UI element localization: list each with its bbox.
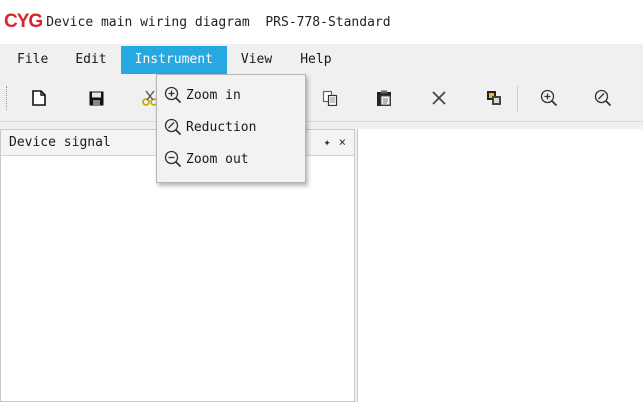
menu-help[interactable]: Help: [286, 46, 345, 74]
toolbar-separator: [517, 86, 518, 112]
menu-view[interactable]: View: [227, 46, 286, 74]
delete-icon: [432, 91, 446, 105]
title-bar: CYG Device main wiring diagram PRS-778-S…: [0, 0, 643, 44]
group-icon: [487, 91, 501, 105]
menu-zoom-in[interactable]: Zoom in: [157, 79, 305, 111]
window-title: Device main wiring diagram PRS-778-Stand…: [46, 14, 391, 30]
delete-button[interactable]: [428, 87, 450, 109]
new-file-button[interactable]: [28, 87, 50, 109]
menu-zoom-out-label: Zoom out: [186, 151, 249, 167]
panel-title: Device signal: [9, 135, 111, 150]
group-button[interactable]: [483, 87, 505, 109]
menu-edit[interactable]: Edit: [61, 46, 120, 74]
toolbar: [0, 76, 643, 122]
reduction-icon: [164, 118, 182, 136]
pin-icon[interactable]: ✦: [324, 135, 331, 149]
zoom-in-icon: [164, 86, 182, 104]
new-file-icon: [32, 90, 46, 106]
close-icon[interactable]: ×: [339, 135, 346, 149]
menu-file[interactable]: File: [0, 46, 61, 74]
app-logo: CYG: [4, 11, 43, 32]
paste-icon: [377, 90, 391, 106]
instrument-dropdown: Zoom in Reduction Zoom out: [156, 74, 306, 183]
menu-bar: File Edit Instrument View Help: [0, 46, 643, 74]
menu-reduction[interactable]: Reduction: [157, 111, 305, 143]
reduction-toolbar-button[interactable]: [592, 87, 614, 109]
copy-icon: [322, 90, 338, 106]
copy-button[interactable]: [319, 87, 341, 109]
diagram-canvas[interactable]: [357, 129, 643, 402]
menu-instrument[interactable]: Instrument: [120, 46, 227, 74]
save-icon: [89, 91, 103, 105]
save-button[interactable]: [85, 87, 107, 109]
zoom-in-toolbar-button[interactable]: [538, 87, 560, 109]
menu-zoom-out[interactable]: Zoom out: [157, 143, 305, 175]
menu-zoom-in-label: Zoom in: [186, 87, 241, 103]
panel-actions: ✦ ×: [324, 135, 346, 149]
paste-button[interactable]: [373, 87, 395, 109]
toolbar-grip[interactable]: [6, 86, 9, 110]
zoom-in-icon: [540, 89, 558, 107]
zoom-out-icon: [164, 150, 182, 168]
reduction-icon: [594, 89, 612, 107]
menu-reduction-label: Reduction: [186, 119, 257, 135]
